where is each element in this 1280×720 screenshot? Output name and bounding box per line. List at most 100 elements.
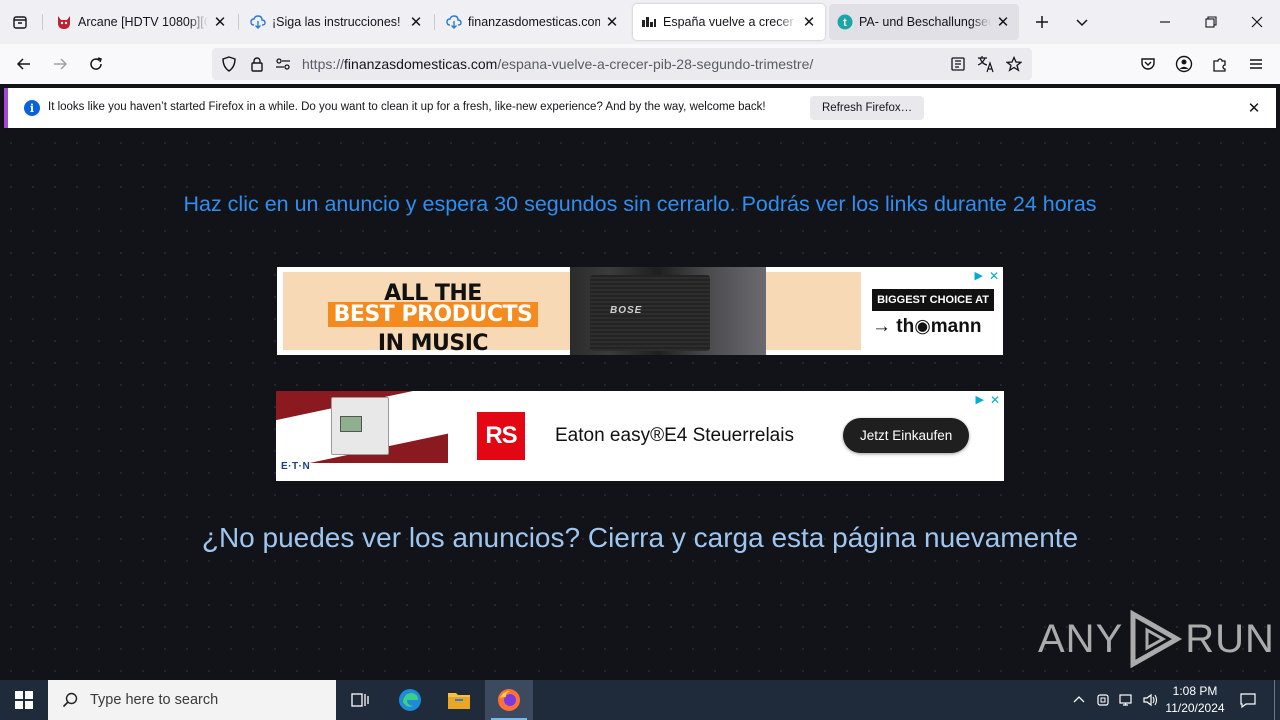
close-ad-icon[interactable]: ✕ xyxy=(989,269,999,283)
account-button[interactable] xyxy=(1170,50,1198,78)
taskbar-search-placeholder: Type here to search xyxy=(90,692,219,708)
tab-arcane[interactable]: Arcane [HDTV 1080p][Cap ✕ xyxy=(48,4,236,40)
adchoices-icon[interactable]: ▶ xyxy=(975,393,983,407)
windows-taskbar: Type here to search 1:08 PM 11/20/2024 xyxy=(0,680,1280,720)
tab-overflow-button[interactable] xyxy=(1070,10,1094,34)
url-text[interactable]: https://finanzasdomesticas.com/espana-vu… xyxy=(302,56,813,72)
close-tab-icon[interactable]: ✕ xyxy=(604,14,620,31)
teal-t-icon: t xyxy=(837,14,853,30)
file-explorer-taskbar-button[interactable] xyxy=(435,680,483,720)
taskbar-search-box[interactable]: Type here to search xyxy=(48,680,336,720)
tab-espana-vuelve-active[interactable]: España vuelve a crecer pa ✕ xyxy=(633,4,825,40)
hamburger-menu-icon xyxy=(1250,59,1262,69)
search-icon xyxy=(62,692,78,708)
minimize-button[interactable] xyxy=(1153,10,1177,34)
adchoices[interactable]: ▶ ✕ xyxy=(974,269,999,283)
tab-title: finanzasdomesticas.com/ xyxy=(468,15,600,29)
reload-icon xyxy=(90,57,102,70)
info-icon: i xyxy=(24,100,40,116)
shop-now-button[interactable]: Jetzt Einkaufen xyxy=(843,418,970,453)
start-button[interactable] xyxy=(0,680,48,720)
close-tab-icon[interactable]: ✕ xyxy=(995,14,1011,31)
tab-title: PA- und Beschallungsequ xyxy=(859,15,991,29)
product-image xyxy=(276,391,448,463)
url-prefix: https:// xyxy=(302,56,345,72)
show-hidden-icons-button[interactable] xyxy=(1068,680,1090,720)
url-path: /espana-vuelve-a-crecer-pib-28-segundo-t… xyxy=(497,56,814,72)
devil-icon xyxy=(56,14,72,30)
anyrun-watermark: ANY RUN xyxy=(1038,610,1275,668)
task-view-icon xyxy=(351,693,369,707)
speaker-image: BOSE xyxy=(570,267,766,355)
lock-icon[interactable] xyxy=(248,55,266,73)
list-all-tabs-button[interactable] xyxy=(8,10,32,34)
firefox-taskbar-button[interactable] xyxy=(485,680,533,720)
tray-app-button[interactable] xyxy=(1092,680,1114,720)
eaton-logo: E·T·N xyxy=(281,461,311,472)
task-view-button[interactable] xyxy=(336,680,384,720)
tab-separator xyxy=(42,14,43,30)
close-icon xyxy=(1251,16,1263,28)
action-center-button[interactable] xyxy=(1234,680,1262,720)
thomann-logo: → th◉mann xyxy=(872,316,982,337)
clock-time: 1:08 PM xyxy=(1172,684,1218,698)
tab-list-icon xyxy=(13,16,27,29)
app-menu-button[interactable] xyxy=(1242,50,1270,78)
tab-strip: Arcane [HDTV 1080p][Cap ✕ ¡Siga las inst… xyxy=(0,0,1280,44)
shield-icon[interactable] xyxy=(220,55,238,73)
tab-siga-instrucciones[interactable]: ¡Siga las instrucciones! ✕ xyxy=(242,4,432,40)
address-bar[interactable]: https://finanzasdomesticas.com/espana-vu… xyxy=(212,48,1032,80)
extensions-button[interactable] xyxy=(1206,50,1234,78)
url-host: finanzasdomesticas.com xyxy=(344,56,498,72)
puzzle-icon xyxy=(1213,58,1226,72)
volume-button[interactable] xyxy=(1140,680,1162,720)
page-content: Haz clic en un anuncio y espera 30 segun… xyxy=(0,132,1280,680)
taskbar-clock[interactable]: 1:08 PM 11/20/2024 xyxy=(1160,683,1230,717)
folder-icon xyxy=(448,693,470,709)
close-ad-icon[interactable]: ✕ xyxy=(990,393,1000,407)
navigation-toolbar: https://finanzasdomesticas.com/espana-vu… xyxy=(0,44,1280,84)
chart-bars-icon xyxy=(641,14,657,30)
tab-finanzasdomesticas[interactable]: finanzasdomesticas.com/ ✕ xyxy=(438,4,628,40)
site-permissions-icon[interactable] xyxy=(274,55,292,73)
chevron-up-icon xyxy=(1073,696,1085,703)
back-button[interactable] xyxy=(10,50,38,78)
edge-taskbar-button[interactable] xyxy=(386,680,434,720)
translate-icon[interactable] xyxy=(977,55,995,73)
network-button[interactable] xyxy=(1116,680,1138,720)
forward-button[interactable] xyxy=(46,50,74,78)
close-tab-icon[interactable]: ✕ xyxy=(212,14,228,31)
tab-title: Arcane [HDTV 1080p][Cap xyxy=(78,15,208,29)
arrow-right-icon xyxy=(54,58,68,70)
star-bookmark-icon[interactable] xyxy=(1005,55,1023,73)
watermark-right: RUN xyxy=(1185,616,1275,661)
new-tab-button[interactable] xyxy=(1030,10,1054,34)
close-window-button[interactable] xyxy=(1245,10,1269,34)
pocket-button[interactable] xyxy=(1134,50,1162,78)
tab-pa-beschallung[interactable]: t PA- und Beschallungsequ ✕ xyxy=(829,4,1019,40)
ad-instruction-headline: Haz clic en un anuncio y espera 30 segun… xyxy=(183,192,1097,216)
thomann-banner-ad[interactable]: ALL THE BEST PRODUCTS IN MUSIC BOSE BIGG… xyxy=(277,267,1003,355)
refresh-firefox-button[interactable]: Refresh Firefox… xyxy=(810,96,925,120)
show-desktop-button[interactable] xyxy=(1274,680,1280,720)
rs-eaton-banner-ad[interactable]: E·T·N RS Eaton easy®E4 Steuerrelais Jetz… xyxy=(276,391,1004,481)
refresh-notification-bar: i It looks like you haven’t started Fire… xyxy=(4,88,1276,128)
adchoices[interactable]: ▶ ✕ xyxy=(975,393,1000,407)
reload-hint-text: ¿No puedes ver los anuncios? Cierra y ca… xyxy=(201,522,1079,553)
close-tab-icon[interactable]: ✕ xyxy=(801,14,817,31)
tab-separator xyxy=(238,14,239,30)
restore-icon xyxy=(1205,16,1217,28)
speaker-grille xyxy=(590,275,710,351)
watermark-left: ANY xyxy=(1038,616,1124,661)
reload-button[interactable] xyxy=(82,50,110,78)
adchoices-icon[interactable]: ▶ xyxy=(974,269,982,283)
reader-view-icon[interactable] xyxy=(949,55,967,73)
close-notification-icon[interactable]: ✕ xyxy=(1246,100,1262,117)
plus-icon xyxy=(1036,16,1048,28)
restore-button[interactable] xyxy=(1199,10,1223,34)
tab-title: España vuelve a crecer pa xyxy=(663,15,797,29)
tab-separator xyxy=(434,14,435,30)
speaker-brand-label: BOSE xyxy=(610,305,643,316)
play-logo-icon xyxy=(1130,610,1183,668)
close-tab-icon[interactable]: ✕ xyxy=(408,14,424,31)
